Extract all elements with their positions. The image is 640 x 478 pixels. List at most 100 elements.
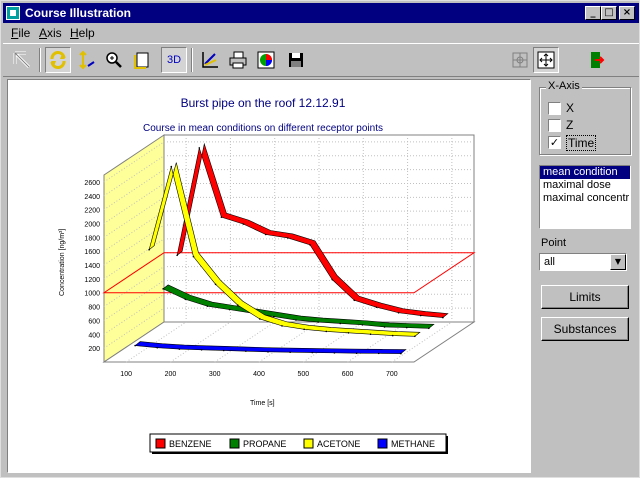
data-point [442,316,444,319]
data-point [287,237,289,239]
data-point [414,335,416,338]
data-point [184,298,187,301]
data-point [339,322,342,325]
page-icon [134,52,149,69]
grid-target-button[interactable] [507,47,533,73]
menu-bar: File Axis Help [3,24,639,42]
zoom-in-button[interactable] [101,47,127,73]
legend-label: METHANE [391,439,435,449]
course-chart: Burst pipe on the roof 12.12.91 Course i… [59,96,476,454]
x-axis-label: Time [s] [250,400,275,407]
printer-icon [229,51,247,69]
list-item[interactable]: mean condition [540,166,630,179]
data-point [419,314,422,317]
data-point [245,350,247,352]
data-point [347,332,350,334]
y-tick-label: 1400 [84,263,100,270]
data-point [176,254,178,257]
data-point [192,255,195,258]
page-setup-button[interactable] [129,47,155,73]
substances-button[interactable]: Substances [541,317,629,341]
data-point [264,233,267,236]
color-palette-button[interactable] [253,47,279,73]
save-button[interactable] [283,47,309,73]
y-tick-label: 2600 [84,180,100,187]
title-bar[interactable]: Course Illustration _ □ × [3,3,639,23]
x-tick-label: 400 [253,371,265,378]
3d-view-button[interactable]: 3D [161,47,187,73]
chevron-down-icon[interactable]: ▼ [610,254,626,270]
refresh-button[interactable] [45,47,71,73]
y-tick-label: 1200 [84,277,100,284]
y-tick-label: 1800 [84,235,100,242]
data-point [134,344,136,347]
limits-button[interactable]: Limits [541,285,629,309]
minimize-button[interactable]: _ [585,6,601,20]
data-point [222,349,225,352]
list-item[interactable]: maximal dose [540,179,630,192]
data-point [383,326,386,328]
print-button[interactable] [225,47,251,73]
checkbox-label: Z [566,118,574,132]
data-point [309,244,311,246]
y-tick-label: 200 [88,346,100,353]
data-point [289,351,291,353]
refresh-icon [50,51,66,69]
data-point [148,248,150,251]
menu-file[interactable]: File [11,26,30,40]
exit-door-icon [591,52,605,68]
move-arrows-icon [537,51,555,69]
chart-subtitle: Course in mean conditions on different r… [143,123,383,134]
condition-listbox[interactable]: mean condition maximal dose maximal conc… [539,165,631,229]
list-item[interactable]: maximal concentr [540,192,630,205]
data-point [428,327,430,330]
data-point [303,328,305,331]
chart-settings-button[interactable] [197,47,223,73]
data-point [220,216,223,218]
y-tick-label: 2000 [84,221,100,228]
app-icon[interactable] [6,6,20,20]
x-axis-group-title: X-Axis [546,80,582,92]
data-point [333,352,336,354]
data-point [236,304,239,306]
pointer-arrow-button[interactable] [9,47,35,73]
x-tick-label: 200 [165,371,177,378]
menu-help[interactable]: Help [70,26,95,40]
x-tick-label: 700 [386,371,398,378]
data-point [377,352,380,355]
vertical-arrows-icon [79,50,95,70]
vertical-scale-button[interactable] [73,47,99,73]
data-point [162,288,164,290]
data-point [391,334,394,337]
data-point [273,315,275,318]
legend-label: BENZENE [169,439,212,449]
point-label: Point [541,237,567,249]
checkbox-box-checked[interactable]: ✓ [548,136,561,149]
data-point [317,321,319,323]
y-tick-label: 1000 [84,291,100,298]
y-axis-label: Concentration [ng/m³] [59,229,66,296]
y-tick-label: 2200 [84,208,100,215]
legend-swatch [155,438,166,449]
data-point [355,352,358,355]
toolbar-separator [39,48,41,72]
y-tick-label: 400 [88,332,100,339]
x-tick-label: 100 [120,371,132,378]
checkbox-box[interactable] [548,119,561,132]
x-axis-group: X-Axis X Z ✓ Time [539,80,631,155]
point-select[interactable]: all ▼ [539,253,627,271]
checkbox-box[interactable] [548,102,561,115]
data-point [214,283,217,286]
move-view-button[interactable] [533,47,559,73]
data-point [156,346,159,349]
close-button[interactable]: × [619,6,635,20]
checkbox-label: Time [566,135,597,151]
data-point [353,299,356,302]
maximize-button[interactable]: □ [601,6,617,20]
data-point [170,165,173,168]
magnifier-icon [106,52,122,68]
exit-button[interactable] [583,47,609,73]
target-grid-icon [512,52,528,68]
menu-axis[interactable]: Axis [39,26,62,40]
window-title: Course Illustration [25,6,132,20]
